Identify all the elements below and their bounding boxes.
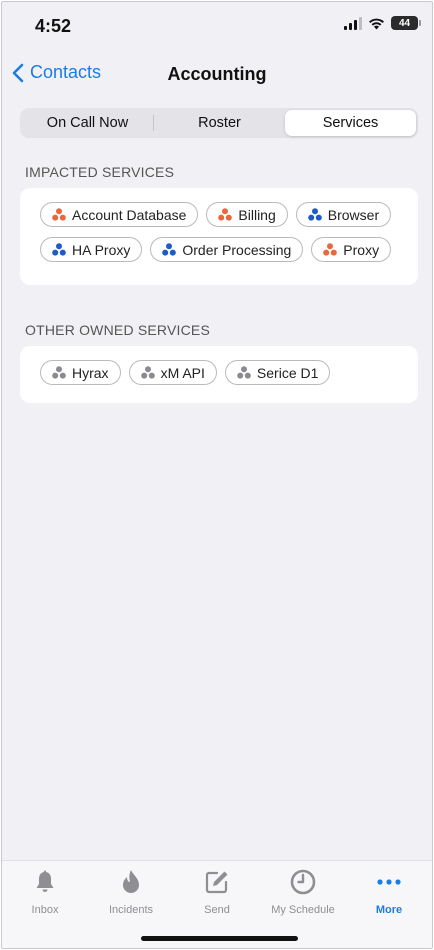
flame-icon: [118, 869, 144, 895]
wifi-icon: [369, 18, 384, 29]
tab-more[interactable]: More: [346, 869, 432, 948]
service-name: Billing: [238, 206, 276, 223]
service-name: Account Database: [72, 206, 187, 223]
impacted-services-card: Account Database Billing Browser HA Prox…: [20, 188, 418, 285]
service-cluster-icon: [52, 243, 66, 256]
service-chip[interactable]: xM API: [128, 360, 217, 385]
clock-icon: [290, 869, 316, 895]
battery-level: 44: [398, 17, 411, 29]
tab-roster[interactable]: Roster: [154, 110, 285, 136]
app-screen: 4:52 44 Contacts Accounting On Call Now …: [1, 1, 433, 949]
segmented-control: On Call Now Roster Services: [20, 108, 418, 138]
service-chip[interactable]: Order Processing: [150, 237, 304, 262]
cellular-signal-icon: [344, 16, 362, 30]
other-owned-services-heading: OTHER OWNED SERVICES: [25, 322, 210, 338]
page-title: Accounting: [167, 64, 267, 84]
service-chip[interactable]: Serice D1: [224, 360, 331, 385]
service-name: Proxy: [343, 241, 380, 258]
more-dots-icon: [376, 869, 402, 895]
bell-icon: [32, 869, 58, 895]
service-name: Hyrax: [72, 364, 109, 381]
compose-icon: [204, 869, 230, 895]
service-cluster-icon: [237, 366, 251, 379]
service-name: xM API: [160, 364, 205, 381]
service-chip[interactable]: Browser: [295, 202, 392, 227]
tab-label: Send: [204, 904, 230, 916]
service-cluster-icon: [323, 243, 338, 256]
service-cluster-icon: [307, 208, 322, 221]
tab-services[interactable]: Services: [285, 110, 416, 136]
tab-label: My Schedule: [271, 904, 335, 916]
service-chip[interactable]: Proxy: [311, 237, 392, 262]
service-cluster-icon: [140, 366, 155, 379]
status-time: 4:52: [35, 16, 72, 36]
tab-label: Inbox: [31, 904, 59, 916]
tab-on-call-now[interactable]: On Call Now: [22, 110, 153, 136]
service-cluster-icon: [162, 243, 177, 256]
service-name: Serice D1: [256, 364, 319, 381]
status-icons: 44: [344, 16, 421, 30]
tab-label: More: [375, 904, 403, 916]
other-owned-services-card: Hyrax xM API Serice D1: [20, 346, 418, 403]
tab-bar: Inbox Incidents Send My Schedule More: [2, 860, 432, 948]
service-chip[interactable]: Billing: [206, 202, 288, 227]
service-cluster-icon: [52, 366, 66, 379]
service-cluster-icon: [52, 208, 66, 221]
impacted-services-heading: IMPACTED SERVICES: [25, 164, 175, 180]
tab-inbox[interactable]: Inbox: [2, 869, 88, 948]
home-indicator: [141, 936, 298, 941]
service-chip[interactable]: Account Database: [40, 202, 199, 227]
battery-icon: 44: [391, 16, 421, 30]
service-chip[interactable]: HA Proxy: [40, 237, 143, 262]
status-bar: 4:52 44: [2, 2, 432, 52]
service-name: HA Proxy: [72, 241, 131, 258]
service-name: Browser: [327, 206, 380, 223]
service-cluster-icon: [218, 208, 233, 221]
tab-label: Incidents: [108, 904, 154, 916]
service-name: Order Processing: [182, 241, 292, 258]
service-chip[interactable]: Hyrax: [40, 360, 121, 385]
